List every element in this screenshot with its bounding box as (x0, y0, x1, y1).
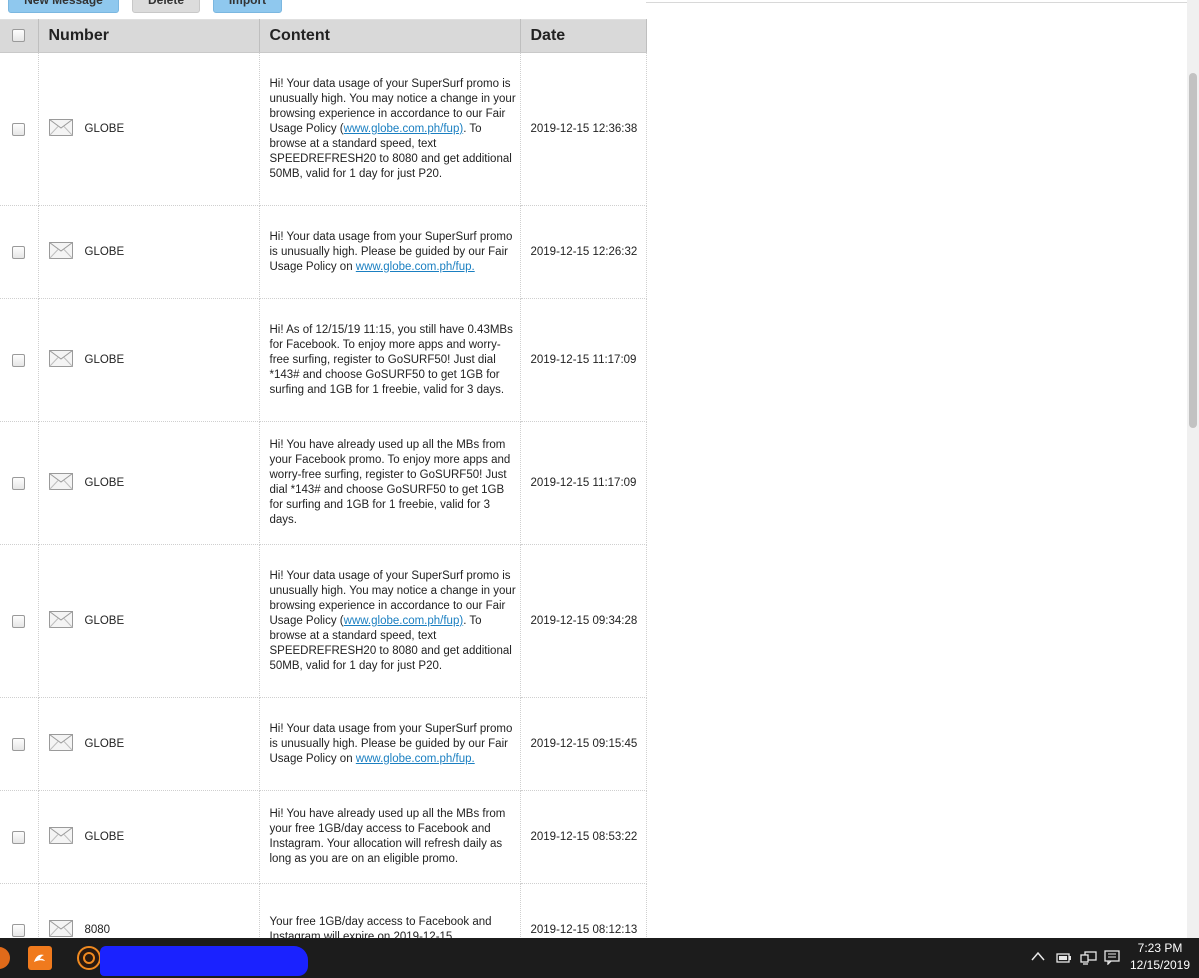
sender-cell: GLOBE (38, 52, 260, 206)
tool-app-icon[interactable] (76, 945, 102, 971)
page-top-border (646, 2, 1199, 3)
table-row[interactable]: GLOBE Hi! Your data usage of your SuperSu… (0, 544, 647, 698)
sender-cell: GLOBE (38, 697, 260, 791)
row-select-cell (0, 52, 39, 206)
row-checkbox[interactable] (12, 614, 26, 628)
chevron-up-icon[interactable] (1031, 951, 1045, 961)
row-select-cell (0, 421, 39, 545)
sender-number[interactable]: GLOBE (85, 615, 125, 627)
content-column-header[interactable]: Content (259, 19, 521, 53)
table-row[interactable]: GLOBE Hi! Your data usage from your Super… (0, 205, 647, 299)
sender-cell: GLOBE (38, 298, 260, 422)
table-header-row: Number Content Date (0, 19, 647, 53)
uc-browser-icon[interactable] (27, 945, 53, 971)
row-select-cell (0, 697, 39, 791)
message-date: 2019-12-15 12:26:32 (520, 205, 647, 299)
message-link[interactable]: www.globe.com.ph/fup. (356, 261, 475, 273)
sender-cell: GLOBE (38, 421, 260, 545)
table-row[interactable]: GLOBE Hi! You have already used up all th… (0, 790, 647, 884)
delete-button[interactable]: Delete (132, 0, 200, 13)
select-all-cell (0, 19, 39, 53)
envelope-icon (48, 242, 73, 262)
sender-number[interactable]: GLOBE (85, 831, 125, 843)
scrollbar-thumb[interactable] (1189, 73, 1197, 428)
table-row[interactable]: GLOBE Hi! Your data usage from your Super… (0, 697, 647, 791)
message-content-cell[interactable]: Hi! Your data usage of your SuperSurf pr… (259, 544, 521, 698)
message-date: 2019-12-15 08:12:13 (520, 883, 647, 938)
message-date: 2019-12-15 11:17:09 (520, 298, 647, 422)
row-checkbox[interactable] (12, 830, 26, 844)
sender-cell: GLOBE (38, 544, 260, 698)
message-text: Hi! As of 12/15/19 11:15, you still have… (269, 323, 513, 396)
clock-time[interactable]: 7:23 PM (1130, 941, 1190, 955)
message-content-cell[interactable]: Your free 1GB/day access to Facebook and… (259, 883, 521, 938)
message-date: 2019-12-15 11:17:09 (520, 421, 647, 545)
row-select-cell (0, 544, 39, 698)
row-checkbox[interactable] (12, 737, 26, 751)
message-content-cell[interactable]: Hi! You have already used up all the MBs… (259, 421, 521, 545)
sender-number[interactable]: GLOBE (85, 123, 125, 135)
envelope-icon (48, 473, 73, 493)
table-row[interactable]: GLOBE Hi! Your data usage of your SuperSu… (0, 52, 647, 206)
network-icon[interactable] (1080, 950, 1097, 965)
row-checkbox[interactable] (12, 245, 26, 259)
table-row[interactable]: GLOBE Hi! As of 12/15/19 11:15, you still… (0, 298, 647, 422)
import-button[interactable]: Import (213, 0, 282, 13)
row-select-cell (0, 883, 39, 938)
sender-number[interactable]: GLOBE (85, 738, 125, 750)
message-content-cell[interactable]: Hi! Your data usage from your SuperSurf … (259, 205, 521, 299)
message-link[interactable]: www.globe.com.ph/fup. (356, 753, 475, 765)
battery-icon[interactable] (1056, 951, 1072, 964)
envelope-icon (48, 119, 73, 139)
row-select-cell (0, 205, 39, 299)
row-select-cell (0, 790, 39, 884)
sender-cell: GLOBE (38, 205, 260, 299)
vertical-scrollbar[interactable] (1187, 0, 1199, 938)
message-content-cell[interactable]: Hi! You have already used up all the MBs… (259, 790, 521, 884)
message-date: 2019-12-15 09:34:28 (520, 544, 647, 698)
message-date: 2019-12-15 09:15:45 (520, 697, 647, 791)
message-link[interactable]: www.globe.com.ph/fup) (344, 123, 464, 135)
message-content-cell[interactable]: Hi! Your data usage of your SuperSurf pr… (259, 52, 521, 206)
envelope-icon (48, 827, 73, 847)
envelope-icon (48, 734, 73, 754)
message-content-cell[interactable]: Hi! As of 12/15/19 11:15, you still have… (259, 298, 521, 422)
message-date: 2019-12-15 12:36:38 (520, 52, 647, 206)
envelope-icon (48, 350, 73, 370)
message-content-cell[interactable]: Hi! Your data usage from your SuperSurf … (259, 697, 521, 791)
message-text: Your free 1GB/day access to Facebook and… (269, 916, 492, 938)
sender-number[interactable]: GLOBE (85, 477, 125, 489)
sender-cell: 8080 (38, 883, 260, 938)
row-checkbox[interactable] (12, 923, 26, 937)
notification-icon[interactable] (1104, 950, 1120, 965)
sender-cell: GLOBE (38, 790, 260, 884)
message-text: Hi! You have already used up all the MBs… (269, 808, 506, 865)
browser-viewport: New Message Delete Import Number Content… (0, 0, 1199, 938)
message-link[interactable]: www.globe.com.ph/fup) (344, 615, 464, 627)
sender-number[interactable]: GLOBE (85, 246, 125, 258)
row-checkbox[interactable] (12, 476, 26, 490)
select-all-checkbox[interactable] (12, 29, 26, 43)
sender-number[interactable]: GLOBE (85, 354, 125, 366)
message-table: Number Content Date GLOBE Hi! Your data u… (0, 19, 647, 938)
envelope-icon (48, 611, 73, 631)
table-row[interactable]: GLOBE Hi! You have already used up all th… (0, 421, 647, 545)
date-column-header[interactable]: Date (520, 19, 647, 53)
message-text: Hi! You have already used up all the MBs… (269, 439, 511, 526)
clock-date[interactable]: 12/15/2019 (1126, 958, 1194, 972)
row-select-cell (0, 298, 39, 422)
new-message-button[interactable]: New Message (8, 0, 119, 13)
number-column-header[interactable]: Number (38, 19, 260, 53)
sender-number[interactable]: 8080 (85, 924, 111, 936)
message-date: 2019-12-15 08:53:22 (520, 790, 647, 884)
table-row[interactable]: 8080 Your free 1GB/day access to Facebook… (0, 883, 647, 938)
app-icon-partial[interactable] (0, 945, 12, 971)
message-toolbar: New Message Delete Import (0, 0, 646, 20)
envelope-icon (48, 920, 73, 938)
redacted-taskbar-area (100, 946, 308, 976)
row-checkbox[interactable] (12, 353, 26, 367)
row-checkbox[interactable] (12, 122, 26, 136)
